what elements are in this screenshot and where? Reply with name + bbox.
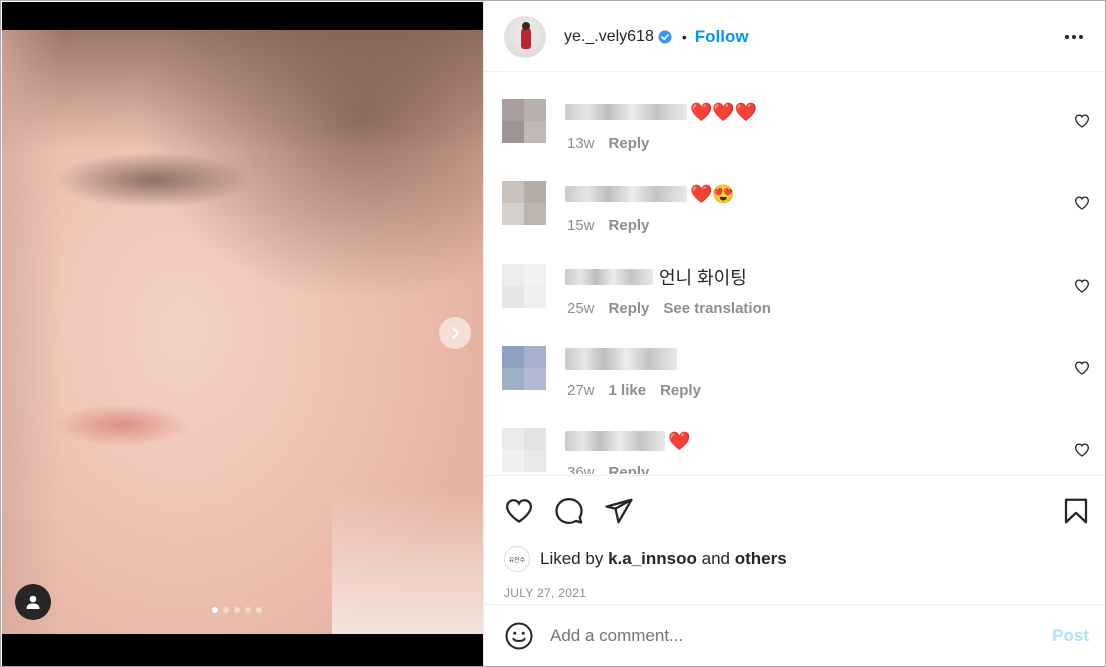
heart-icon[interactable] [1074, 195, 1090, 211]
heart-icon[interactable] [1074, 113, 1090, 129]
likes-summary: 유인수 Liked by k.a_innsoo and others [504, 546, 787, 572]
reply-button[interactable]: Reply [609, 135, 650, 152]
comments-list: ❤️❤️❤️ 13w Reply ❤️😍 15w Reply 언니 화이팅 25… [484, 73, 1105, 474]
follow-button[interactable]: Follow [695, 27, 749, 47]
commenter-avatar[interactable] [502, 264, 546, 308]
carousel-dot [234, 607, 240, 613]
carousel-dot [256, 607, 262, 613]
author-avatar[interactable] [504, 15, 546, 58]
carousel-dot [223, 607, 229, 613]
comment-likes[interactable]: 1 like [609, 382, 647, 399]
heart-icon[interactable] [1074, 278, 1090, 294]
comment-meta: 36w Reply [567, 464, 649, 474]
commenter-avatar[interactable] [502, 99, 546, 143]
commenter-avatar[interactable] [502, 181, 546, 225]
blurred-username [565, 431, 665, 451]
emoji-icon[interactable] [504, 621, 534, 651]
post-details-panel: ye._.vely618 • Follow ❤️❤️❤️ 13w Reply ❤… [483, 2, 1105, 666]
post-header: ye._.vely618 • Follow [484, 2, 1105, 72]
like-heart-icon[interactable] [504, 496, 534, 526]
others-link[interactable]: others [735, 549, 787, 569]
comment-meta: 15w Reply [567, 217, 649, 234]
comment-text: ❤️ [565, 430, 690, 452]
commenter-avatar[interactable] [502, 428, 546, 472]
media-panel [2, 2, 483, 666]
post-button[interactable]: Post [1052, 626, 1089, 646]
comment-bubble-icon[interactable] [554, 496, 584, 526]
comment-emoji: ❤️❤️❤️ [690, 101, 758, 122]
separator-dot: • [681, 28, 687, 45]
comment-age: 27w [567, 382, 595, 399]
next-image-button[interactable] [439, 317, 471, 349]
reply-button[interactable]: Reply [609, 464, 650, 474]
comment-item: 27w 1 like Reply [484, 320, 1105, 402]
blurred-username [565, 269, 653, 285]
carousel-indicator [212, 607, 262, 613]
reply-button[interactable]: Reply [609, 300, 650, 317]
liked-by-label: Liked by [540, 549, 604, 568]
comment-text [565, 348, 677, 370]
reply-button[interactable]: Reply [660, 382, 701, 399]
comment-age: 25w [567, 300, 595, 317]
comment-age: 15w [567, 217, 595, 234]
blurred-username [565, 348, 677, 370]
blurred-username [565, 186, 687, 202]
more-options-icon[interactable] [1063, 26, 1085, 48]
comment-emoji: ❤️😍 [690, 183, 735, 204]
see-translation-button[interactable]: See translation [663, 300, 771, 317]
comment-meta: 27w 1 like Reply [567, 382, 701, 399]
comment-item: ❤️❤️❤️ 13w Reply [484, 73, 1105, 155]
post-date[interactable]: JULY 27, 2021 [504, 586, 586, 600]
comment-emoji: ❤️ [668, 430, 691, 451]
commenter-avatar[interactable] [502, 346, 546, 390]
liker-avatar[interactable]: 유인수 [504, 546, 530, 572]
comment-age: 13w [567, 135, 595, 152]
blurred-username [565, 104, 687, 120]
comment-text: ❤️😍 [565, 183, 735, 205]
comment-item: ❤️ 36w Reply [484, 402, 1105, 474]
comment-text: ❤️❤️❤️ [565, 101, 757, 123]
and-label: and [701, 549, 730, 568]
comment-item: 언니 화이팅 25w Reply See translation [484, 238, 1105, 320]
person-icon [26, 595, 40, 609]
comment-text: 언니 화이팅 [565, 266, 747, 288]
reply-button[interactable]: Reply [609, 217, 650, 234]
carousel-dot [245, 607, 251, 613]
action-bar [484, 475, 1105, 547]
verified-badge-icon [658, 30, 672, 43]
add-comment-bar: Post [484, 604, 1105, 666]
tagged-users-button[interactable] [15, 584, 51, 620]
carousel-dot [212, 607, 218, 613]
liker-username[interactable]: k.a_innsoo [608, 549, 697, 569]
comment-input[interactable] [550, 626, 1053, 646]
comment-age: 36w [567, 464, 595, 474]
window: ye._.vely618 • Follow ❤️❤️❤️ 13w Reply ❤… [0, 0, 1106, 667]
post-photo [2, 30, 483, 634]
share-send-icon[interactable] [604, 496, 634, 526]
comment-item: ❤️😍 15w Reply [484, 155, 1105, 237]
comment-meta: 13w Reply [567, 135, 649, 152]
comment-meta: 25w Reply See translation [567, 300, 771, 317]
comment-body: 언니 화이팅 [659, 268, 747, 288]
heart-icon[interactable] [1074, 360, 1090, 376]
author-username[interactable]: ye._.vely618 [564, 28, 654, 46]
chevron-right-icon [452, 327, 459, 339]
bookmark-icon[interactable] [1061, 496, 1091, 526]
heart-icon[interactable] [1074, 442, 1090, 458]
